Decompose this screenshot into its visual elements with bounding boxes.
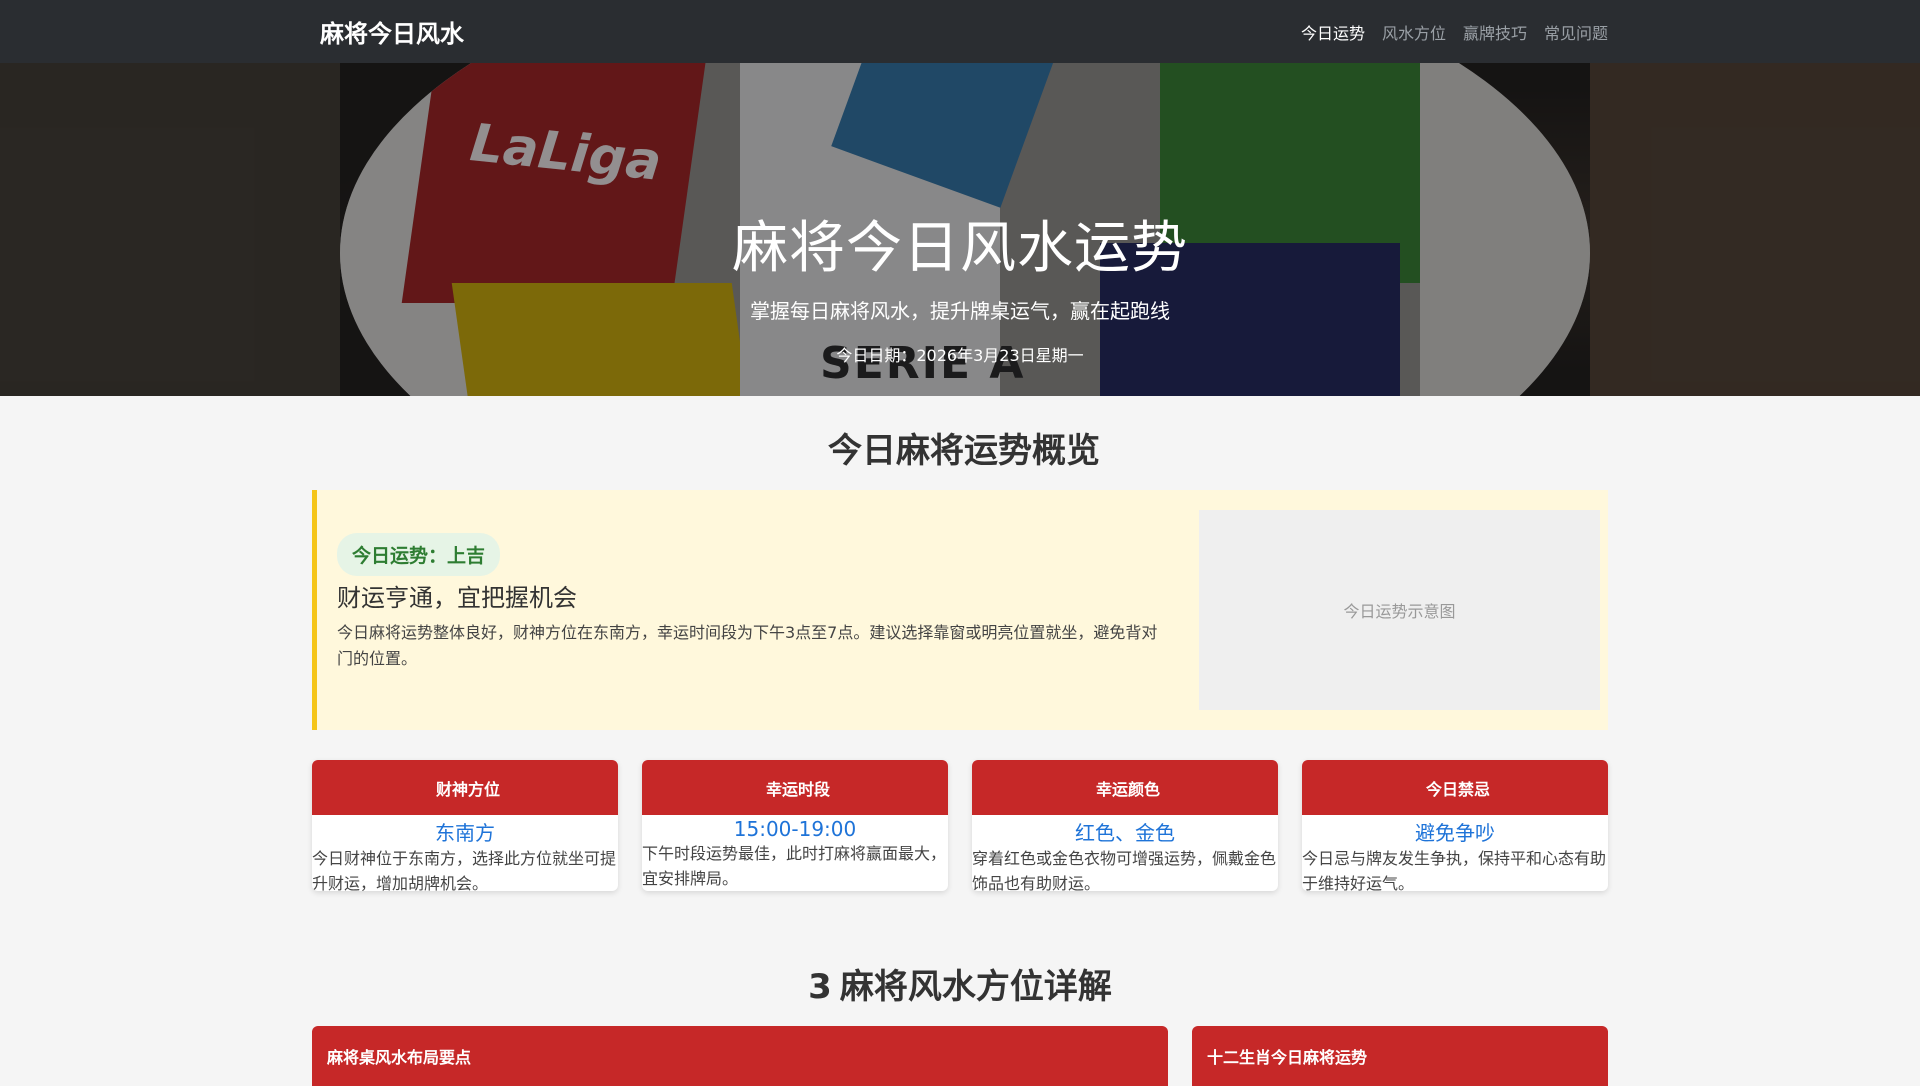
card-title: 幸运时段 <box>765 779 830 799</box>
overview-section-title: 今日麻将运势概览 <box>828 431 1100 471</box>
card-value: 避免争吵 <box>1415 821 1495 845</box>
hero-date: 今日日期：2026年3月23日星期一 <box>836 346 1084 365</box>
overview-description: 今日麻将运势整体良好，财神方位在东南方，幸运时间段为下午3点至7点。建议选择靠窗… <box>337 623 1158 668</box>
panel-table-layout: 麻将桌风水布局要点 <box>312 1026 1168 1086</box>
fortune-badge: 今日运势：上吉 <box>337 533 501 576</box>
nav-item-today-fortune[interactable]: 今日运势 <box>1301 20 1365 44</box>
overview-image-placeholder: 今日运势示意图 <box>1199 510 1600 710</box>
card-value: 东南方 <box>435 821 495 845</box>
card-value: 15:00-19:00 <box>733 817 857 841</box>
overview-headline: 财运亨通，宜把握机会 <box>337 584 577 612</box>
navbar: 麻将今日风水 今日运势 风水方位 赢牌技巧 常见问题 <box>0 0 1920 63</box>
card-description: 今日忌与牌友发生争执，保持平和心态有助于维持好运气。 <box>1302 849 1607 891</box>
hero-title: 麻将今日风水运势 <box>732 216 1188 281</box>
brand-link[interactable]: 麻将今日风水 <box>312 14 464 49</box>
card-description: 今日财神位于东南方，选择此方位就坐可提升财运，增加胡牌机会。 <box>312 849 617 891</box>
fengshui-section-title: 3 麻将风水方位详解 <box>808 967 1112 1007</box>
nav-item-winning-tips[interactable]: 赢牌技巧 <box>1463 20 1527 44</box>
nav-item-fengshui-direction[interactable]: 风水方位 <box>1382 20 1446 44</box>
brand-title: 麻将今日风水 <box>320 20 464 48</box>
card-taboo: 今日禁忌 避免争吵 今日忌与牌友发生争执，保持平和心态有助于维持好运气。 <box>1302 760 1608 891</box>
card-description: 穿着红色或金色衣物可增强运势，佩戴金色饰品也有助财运。 <box>972 849 1277 891</box>
card-description: 下午时段运势最佳，此时打麻将赢面最大，宜安排牌局。 <box>642 844 947 888</box>
card-title: 今日禁忌 <box>1425 779 1490 799</box>
hero-subtitle: 掌握每日麻将风水，提升牌桌运气，赢在起跑线 <box>750 299 1170 323</box>
card-value: 红色、金色 <box>1075 821 1175 845</box>
nav-menu: 今日运势 风水方位 赢牌技巧 常见问题 <box>1301 20 1608 44</box>
info-cards: 财神方位 东南方 今日财神位于东南方，选择此方位就坐可提升财运，增加胡牌机会。 … <box>312 760 1608 891</box>
overview-card: 今日运势：上吉 财运亨通，宜把握机会 今日麻将运势整体良好，财神方位在东南方，幸… <box>312 490 1608 730</box>
compass-icon: 3 <box>808 967 832 1007</box>
card-title: 幸运颜色 <box>1095 779 1160 799</box>
hero-banner: LaLiga SERIE A 麻将今日风水运势 掌握每日麻将风水，提升牌桌运气，… <box>0 63 1920 396</box>
card-lucky-color: 幸运颜色 红色、金色 穿着红色或金色衣物可增强运势，佩戴金色饰品也有助财运。 <box>972 760 1278 891</box>
card-title: 财神方位 <box>435 779 500 799</box>
nav-item-faq[interactable]: 常见问题 <box>1544 20 1608 44</box>
card-wealth-direction: 财神方位 东南方 今日财神位于东南方，选择此方位就坐可提升财运，增加胡牌机会。 <box>312 760 618 891</box>
panel-zodiac-fortune: 十二生肖今日麻将运势 <box>1192 1026 1608 1086</box>
card-lucky-time: 幸运时段 15:00-19:00 下午时段运势最佳，此时打麻将赢面最大，宜安排牌… <box>642 760 948 891</box>
